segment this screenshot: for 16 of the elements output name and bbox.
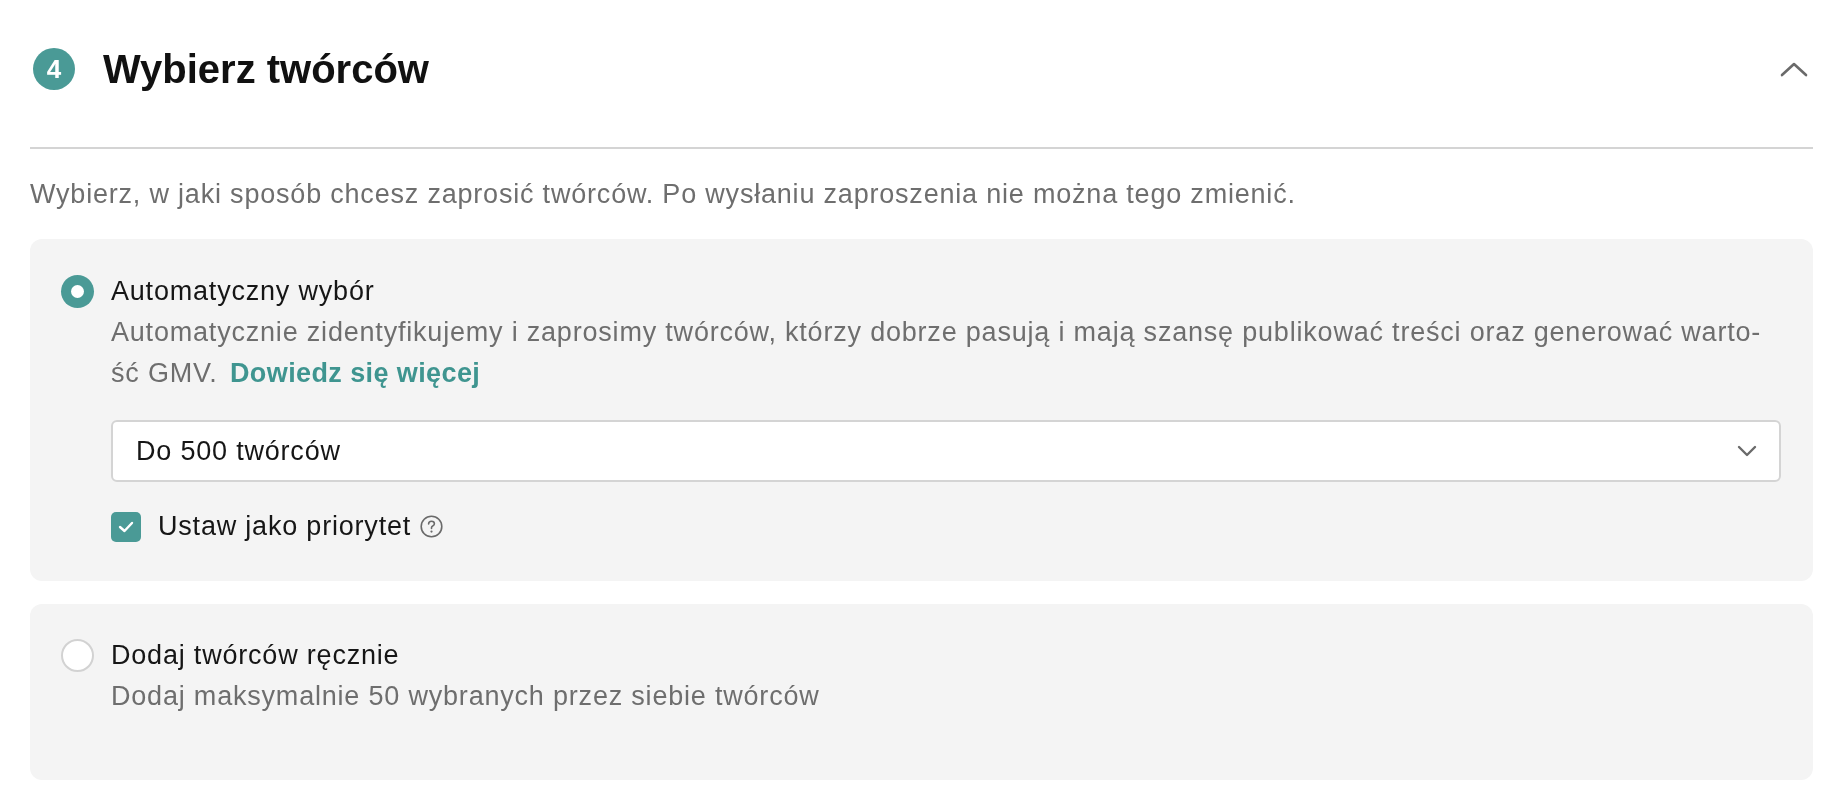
option-description: Automatycznie zidentyfikujemy i zaprosimy twórców, którzy dobrze pasują i mają szansę publikować treści oraz generować warto-ść GMV. Dowiedz się więcej [111,316,1763,390]
collapse-chevron-icon[interactable] [1780,61,1808,77]
option-title: Dodaj twórców ręcznie [111,639,401,672]
help-icon[interactable] [420,515,444,538]
checkmark-icon [118,520,134,533]
step-number: 4 [33,48,75,90]
radio-selected[interactable] [61,275,94,308]
section-description: Wybierz, w jaki sposób chcesz zaprosić twórców. Po wysłaniu zaproszenia nie można tego zmienić. [30,178,1297,211]
option-description: Dodaj maksymalnie 50 wybranych przez siebie twórców [111,680,821,713]
priority-checkbox[interactable] [111,511,141,542]
creator-count-dropdown[interactable]: Do 500 twórców [111,420,1781,482]
section-title: Wybierz twórców [103,46,430,93]
priority-label: Ustaw jako priorytet [158,510,412,543]
radio-unselected[interactable] [61,639,94,672]
option-title: Automatyczny wybór [111,275,376,308]
chevron-down-icon [1737,445,1757,457]
